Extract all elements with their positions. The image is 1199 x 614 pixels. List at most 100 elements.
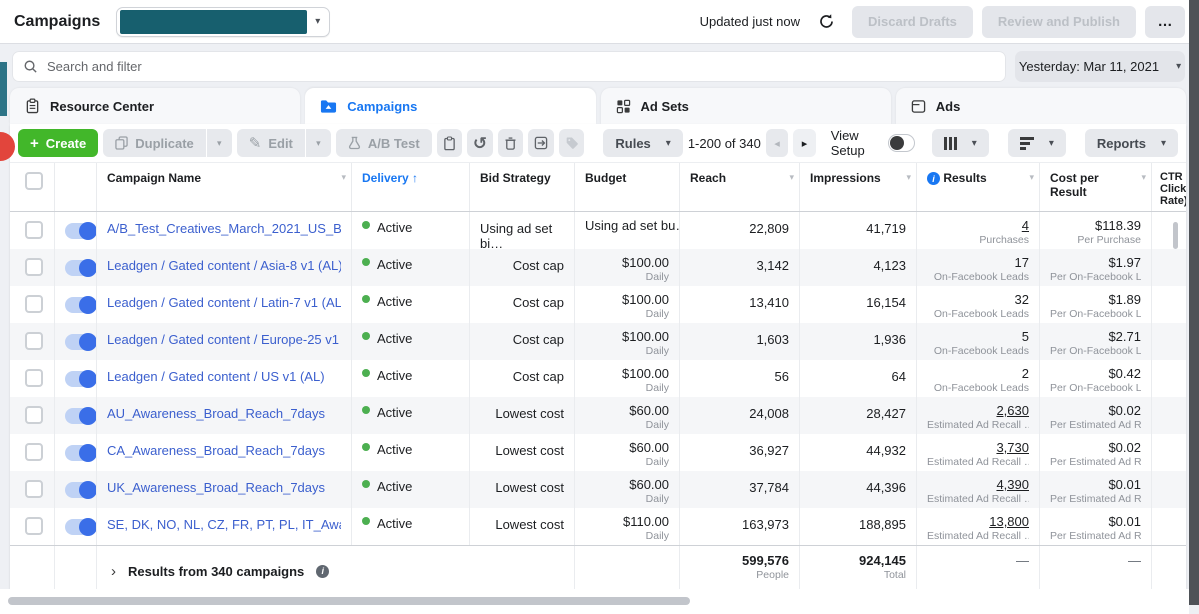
delivery-cell: Active: [352, 249, 470, 286]
campaign-name-link[interactable]: AU_Awareness_Broad_Reach_7days: [107, 406, 341, 421]
sort-caret-icon[interactable]: ▾: [341, 172, 346, 183]
duplicate-dropdown-button[interactable]: ▾: [207, 129, 232, 157]
row-checkbox[interactable]: [25, 295, 43, 313]
column-header-bid-strategy[interactable]: Bid Strategy: [470, 163, 575, 211]
campaign-name-link[interactable]: Leadgen / Gated content / Asia-8 v1 (AL): [107, 258, 341, 273]
bid-strategy-cell: Cost cap: [470, 286, 575, 323]
ab-test-button[interactable]: A/B Test: [336, 129, 432, 157]
results-value[interactable]: 5: [927, 329, 1029, 344]
budget-value: $60.00: [585, 477, 669, 492]
results-value[interactable]: 17: [927, 255, 1029, 270]
discard-drafts-button[interactable]: Discard Drafts: [852, 6, 973, 38]
horizontal-scrollbar[interactable]: [8, 597, 690, 605]
tab-campaigns[interactable]: Campaigns: [305, 88, 595, 124]
sort-caret-icon[interactable]: ▾: [1029, 172, 1034, 183]
pin-clipboard-button[interactable]: [437, 129, 463, 157]
campaign-toggle[interactable]: [65, 223, 95, 239]
column-header-delivery[interactable]: Delivery ↑: [352, 163, 470, 211]
sort-caret-icon[interactable]: ▾: [1141, 172, 1146, 183]
delete-button[interactable]: [498, 129, 524, 157]
previous-page-button[interactable]: ◂: [766, 129, 788, 157]
search-input[interactable]: Search and filter: [12, 51, 1006, 82]
row-checkbox[interactable]: [25, 369, 43, 387]
view-setup-toggle[interactable]: [888, 134, 915, 152]
campaign-toggle[interactable]: [65, 297, 95, 313]
campaign-name-link[interactable]: SE, DK, NO, NL, CZ, FR, PT, PL, IT_Aware…: [107, 517, 341, 532]
row-checkbox[interactable]: [25, 406, 43, 424]
results-value[interactable]: 32: [927, 292, 1029, 307]
campaign-toggle[interactable]: [65, 519, 95, 535]
edit-dropdown-button[interactable]: ▾: [306, 129, 331, 157]
campaign-toggle[interactable]: [65, 371, 95, 387]
info-icon[interactable]: i: [316, 565, 329, 578]
create-button[interactable]: + Create: [18, 129, 98, 157]
row-checkbox[interactable]: [25, 258, 43, 276]
budget-cell: $100.00 Daily: [575, 249, 680, 286]
results-type: Estimated Ad Recall …: [927, 455, 1029, 469]
campaign-name-link[interactable]: CA_Awareness_Broad_Reach_7days: [107, 443, 341, 458]
cost-per-result-value: $1.89: [1050, 292, 1141, 307]
campaign-name-link[interactable]: Leadgen / Gated content / Europe-25 v1 (…: [107, 332, 341, 347]
column-header-results[interactable]: i Results ▾: [917, 163, 1040, 211]
edit-button[interactable]: ✎ Edit: [237, 129, 305, 157]
row-checkbox[interactable]: [25, 332, 43, 350]
results-cell: 4 Purchases: [917, 212, 1040, 249]
campaign-toggle[interactable]: [65, 482, 95, 498]
column-header-ctr[interactable]: CTR ( Click- Rate): [1152, 163, 1186, 211]
breakdown-button[interactable]: ▾: [1008, 129, 1066, 157]
level-tabs: Resource Center Campaigns Ad Sets Ads: [10, 88, 1186, 124]
campaign-name-link[interactable]: Leadgen / Gated content / Latin-7 v1 (AL…: [107, 295, 341, 310]
tag-icon: [565, 136, 579, 150]
results-value[interactable]: 2: [927, 366, 1029, 381]
sort-caret-icon[interactable]: ▾: [789, 172, 794, 183]
column-header-impressions[interactable]: Impressions ▾: [800, 163, 917, 211]
delivery-cell: Active: [352, 286, 470, 323]
tab-ads[interactable]: Ads: [896, 88, 1186, 124]
campaign-name-link[interactable]: Leadgen / Gated content / US v1 (AL): [107, 369, 341, 384]
tab-ad-sets[interactable]: Ad Sets: [601, 88, 891, 124]
results-value[interactable]: 4,390: [927, 477, 1029, 492]
row-checkbox[interactable]: [25, 480, 43, 498]
tab-label: Resource Center: [50, 99, 154, 114]
results-value[interactable]: 2,630: [927, 403, 1029, 418]
campaign-name-link[interactable]: UK_Awareness_Broad_Reach_7days: [107, 480, 341, 495]
campaign-toggle[interactable]: [65, 445, 95, 461]
row-checkbox[interactable]: [25, 221, 43, 239]
undo-button[interactable]: ↺: [467, 129, 493, 157]
duplicate-button[interactable]: Duplicate: [103, 129, 206, 157]
more-options-button[interactable]: …: [1145, 6, 1185, 38]
refresh-button[interactable]: [809, 7, 843, 37]
vertical-scrollbar[interactable]: [1173, 222, 1178, 249]
tag-button[interactable]: [559, 129, 585, 157]
account-selector-dropdown[interactable]: ▾: [116, 7, 330, 37]
campaign-name-link[interactable]: A/B_Test_Creatives_March_2021_US_Broad_…: [107, 221, 341, 236]
columns-button[interactable]: ▾: [932, 129, 989, 157]
row-checkbox[interactable]: [25, 517, 43, 535]
sort-caret-icon[interactable]: ▾: [906, 172, 911, 183]
ctr-cell: [1152, 323, 1186, 360]
export-button[interactable]: [528, 129, 554, 157]
column-header-budget[interactable]: Budget: [575, 163, 680, 211]
tab-resource-center[interactable]: Resource Center: [10, 88, 300, 124]
info-icon[interactable]: i: [927, 172, 940, 185]
review-and-publish-button[interactable]: Review and Publish: [982, 6, 1136, 38]
totals-summary[interactable]: › Results from 340 campaigns i: [97, 546, 575, 589]
chevron-right-icon[interactable]: ›: [111, 563, 116, 580]
next-page-button[interactable]: ▸: [793, 129, 815, 157]
row-checkbox[interactable]: [25, 443, 43, 461]
results-value[interactable]: 3,730: [927, 440, 1029, 455]
date-range-selector[interactable]: Yesterday: Mar 11, 2021 ▾: [1015, 51, 1185, 82]
column-header-reach[interactable]: Reach ▾: [680, 163, 800, 211]
column-header-campaign-name[interactable]: Campaign Name ▾: [97, 163, 352, 211]
results-value[interactable]: 4: [927, 218, 1029, 233]
campaign-toggle[interactable]: [65, 334, 95, 350]
rules-button[interactable]: Rules ▾: [603, 129, 682, 157]
results-value[interactable]: 13,800: [927, 514, 1029, 529]
results-type: Estimated Ad Recall …: [927, 492, 1029, 506]
campaign-toggle[interactable]: [65, 408, 95, 424]
campaign-toggle[interactable]: [65, 260, 95, 276]
duplicate-icon: [115, 136, 128, 150]
reports-button[interactable]: Reports ▾: [1085, 129, 1178, 157]
select-all-checkbox[interactable]: [25, 172, 43, 190]
column-header-cost-per-result[interactable]: Cost per Result ▾: [1040, 163, 1152, 211]
